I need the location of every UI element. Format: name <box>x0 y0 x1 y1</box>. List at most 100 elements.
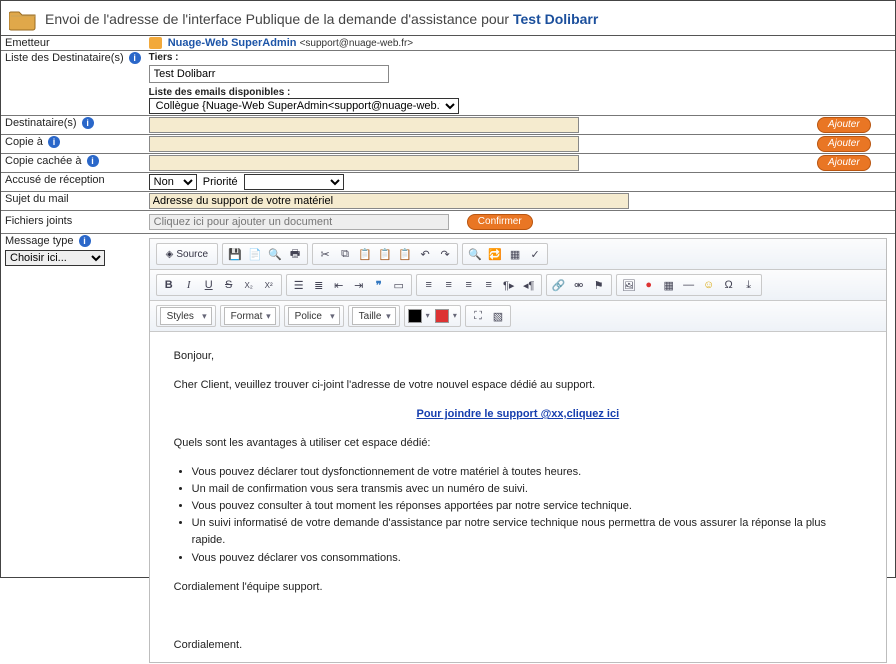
body-greeting: Bonjour, <box>174 348 862 365</box>
bold-button[interactable]: B <box>160 276 178 294</box>
paste-word-icon[interactable]: 📋 <box>396 245 414 263</box>
maximize-button[interactable]: ⛶ <box>469 307 487 325</box>
underline-button[interactable]: U <box>200 276 218 294</box>
strike-button[interactable]: S <box>220 276 238 294</box>
numlist-button[interactable]: ☰ <box>290 276 308 294</box>
bcc-input[interactable] <box>149 155 579 171</box>
label-accuse: Accusé de réception <box>1 173 145 192</box>
align-left-button[interactable]: ≡ <box>420 276 438 294</box>
confirm-file-button[interactable]: Confirmer <box>467 214 533 230</box>
smiley-button[interactable]: ☺ <box>700 276 718 294</box>
showblocks-button[interactable]: ▧ <box>489 307 507 325</box>
replace-icon[interactable]: 🔁 <box>486 245 504 263</box>
add-dest-button[interactable]: Ajouter <box>817 117 871 133</box>
label-priorite: Priorité <box>203 176 238 188</box>
pagebreak-button[interactable]: ⤓ <box>740 276 758 294</box>
label-cc: Copie à i <box>1 135 145 154</box>
label-bcc: Copie cachée à i <box>1 154 145 173</box>
tiers-label: Tiers : <box>149 52 891 63</box>
add-bcc-button[interactable]: Ajouter <box>817 155 871 171</box>
quote-button[interactable]: ❞ <box>370 276 388 294</box>
indent-button[interactable]: ⇥ <box>350 276 368 294</box>
textcolor-button[interactable] <box>408 309 422 323</box>
body-signoff1: Cordialement l'équipe support. <box>174 579 862 596</box>
msgtype-select[interactable]: Choisir ici... <box>5 250 105 266</box>
redo-icon[interactable]: ↷ <box>436 245 454 263</box>
undo-icon[interactable]: ↶ <box>416 245 434 263</box>
cc-input[interactable] <box>149 136 579 152</box>
body-advantages-title: Quels sont les avantages à utiliser cet … <box>174 435 862 452</box>
list-item: Vous pouvez déclarer vos consommations. <box>192 550 862 567</box>
cut-icon[interactable]: ✂ <box>316 245 334 263</box>
accuse-select[interactable]: Non <box>149 174 197 190</box>
emails-select[interactable]: Collègue {Nuage-Web SuperAdmin<support@n… <box>149 98 459 114</box>
find-icon[interactable]: 🔍 <box>466 245 484 263</box>
print-icon[interactable]: 🖶 <box>286 245 304 263</box>
label-files: Fichiers joints <box>1 211 145 234</box>
specialchar-button[interactable]: Ω <box>720 276 738 294</box>
editor-toolbar-3: Styles Format Police Taille ⛶ ▧ <box>150 301 886 332</box>
paste-icon[interactable]: 📋 <box>356 245 374 263</box>
folder-icon <box>9 7 37 31</box>
label-subject: Sujet du mail <box>1 192 145 211</box>
align-justify-button[interactable]: ≡ <box>480 276 498 294</box>
mail-form: Emetteur Nuage-Web SuperAdmin <support@n… <box>1 36 895 664</box>
div-button[interactable]: ▭ <box>390 276 408 294</box>
tiers-input[interactable] <box>149 65 389 83</box>
body-intro: Cher Client, veuillez trouver ci-joint l… <box>174 377 862 394</box>
styles-combo[interactable]: Styles <box>160 307 212 325</box>
unlink-button[interactable]: ⚮ <box>570 276 588 294</box>
bulletlist-button[interactable]: ≣ <box>310 276 328 294</box>
newpage-icon[interactable]: 📄 <box>246 245 264 263</box>
info-icon[interactable]: i <box>82 117 94 129</box>
anchor-button[interactable]: ⚑ <box>590 276 608 294</box>
emails-avail-label: Liste des emails disponibles : <box>149 87 891 98</box>
info-icon[interactable]: i <box>48 136 60 148</box>
font-combo[interactable]: Police <box>288 307 340 325</box>
outdent-button[interactable]: ⇤ <box>330 276 348 294</box>
ltr-button[interactable]: ¶▸ <box>500 276 518 294</box>
dest-list-cell: Tiers : Liste des emails disponibles : C… <box>145 51 895 116</box>
list-item: Vous pouvez déclarer tout dysfonctionnem… <box>192 464 862 481</box>
editor-body[interactable]: Bonjour, Cher Client, veuillez trouver c… <box>150 332 886 662</box>
selectall-icon[interactable]: ▦ <box>506 245 524 263</box>
preview-icon[interactable]: 🔍 <box>266 245 284 263</box>
dest-input[interactable] <box>149 117 579 133</box>
label-dest-list: Liste des Destinataire(s) i <box>1 51 145 116</box>
source-button[interactable]: ◈ Source <box>160 245 214 263</box>
paste-text-icon[interactable]: 📋 <box>376 245 394 263</box>
list-item: Un suivi informatisé de votre demande d'… <box>192 515 862 549</box>
add-cc-button[interactable]: Ajouter <box>817 136 871 152</box>
info-icon[interactable]: i <box>87 155 99 167</box>
info-icon[interactable]: i <box>129 52 141 64</box>
info-icon[interactable]: i <box>79 235 91 247</box>
list-item: Vous pouvez consulter à tout moment les … <box>192 498 862 515</box>
subscript-button[interactable]: X₂ <box>240 276 258 294</box>
italic-button[interactable]: I <box>180 276 198 294</box>
emitter-name: Nuage-Web SuperAdmin <box>168 37 297 49</box>
page-title: Envoi de l'adresse de l'interface Publiq… <box>45 11 598 27</box>
rtl-button[interactable]: ◂¶ <box>520 276 538 294</box>
table-button[interactable]: ▦ <box>660 276 678 294</box>
bgcolor-button[interactable] <box>435 309 449 323</box>
label-emetteur: Emetteur <box>1 36 145 51</box>
support-link[interactable]: Pour joindre le support @xx,cliquez ici <box>417 408 620 420</box>
rich-editor: ◈ Source 💾 📄 🔍 🖶 ✂ ⧉ 📋 📋 📋 ↶ <box>149 238 887 663</box>
file-input[interactable] <box>149 214 449 230</box>
emitter-cell: Nuage-Web SuperAdmin <support@nuage-web.… <box>145 36 895 51</box>
image-button[interactable]: 🖼 <box>620 276 638 294</box>
save-icon[interactable]: 💾 <box>226 245 244 263</box>
link-button[interactable]: 🔗 <box>550 276 568 294</box>
align-center-button[interactable]: ≡ <box>440 276 458 294</box>
format-combo[interactable]: Format <box>224 307 276 325</box>
user-icon <box>149 37 162 49</box>
hr-button[interactable]: — <box>680 276 698 294</box>
priorite-select[interactable] <box>244 174 344 190</box>
flash-button[interactable]: ● <box>640 276 658 294</box>
spell-icon[interactable]: ✓ <box>526 245 544 263</box>
superscript-button[interactable]: X² <box>260 276 278 294</box>
size-combo[interactable]: Taille <box>352 307 396 325</box>
subject-input[interactable] <box>149 193 629 209</box>
align-right-button[interactable]: ≡ <box>460 276 478 294</box>
copy-icon[interactable]: ⧉ <box>336 245 354 263</box>
